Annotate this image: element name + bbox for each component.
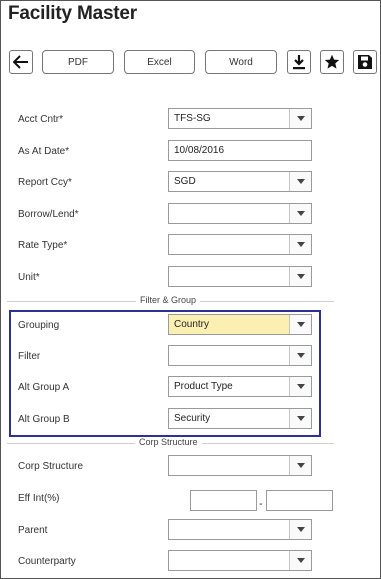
as-at-date-input[interactable]: 10/08/2016: [168, 140, 312, 161]
eff-int-label: Eff Int(%): [18, 493, 60, 504]
pdf-button[interactable]: PDF: [42, 50, 114, 74]
acct-cntr-label: Acct Cntr*: [18, 114, 64, 125]
chevron-down-icon[interactable]: [289, 377, 311, 396]
borrow-lend-select[interactable]: [168, 203, 312, 224]
chevron-down-icon[interactable]: [289, 204, 311, 223]
alt-group-b-label: Alt Group B: [18, 414, 70, 425]
chevron-down-icon[interactable]: [289, 409, 311, 428]
page-title: Facility Master: [8, 3, 137, 24]
chevron-down-icon[interactable]: [289, 315, 311, 334]
filter-select[interactable]: [168, 345, 312, 366]
unit-select[interactable]: [168, 266, 312, 287]
unit-label: Unit*: [18, 272, 40, 283]
floppy-disk-icon: [358, 55, 372, 69]
counterparty-select[interactable]: [168, 550, 312, 571]
report-ccy-label: Report Ccy*: [18, 177, 72, 188]
chevron-down-icon[interactable]: [289, 520, 311, 539]
chevron-down-icon[interactable]: [289, 172, 311, 191]
chevron-down-icon[interactable]: [289, 235, 311, 254]
report-ccy-select[interactable]: SGD: [168, 171, 312, 192]
chevron-down-icon[interactable]: [289, 456, 311, 475]
corp-structure-label: Corp Structure: [18, 461, 84, 472]
corp-structure-select[interactable]: [168, 455, 312, 476]
window-frame: Facility Master PDF Excel Word Acct Cntr…: [0, 0, 381, 579]
range-separator: -: [259, 498, 263, 510]
alt-group-a-select[interactable]: Product Type: [168, 376, 312, 397]
save-button[interactable]: [353, 50, 377, 74]
corp-structure-section-title: Corp Structure: [135, 437, 202, 447]
eff-int-to-input[interactable]: [266, 490, 333, 511]
grouping-select[interactable]: Country: [168, 314, 312, 335]
filter-label: Filter: [18, 351, 41, 362]
alt-group-b-value: Security: [174, 413, 211, 424]
rate-type-select[interactable]: [168, 234, 312, 255]
star-icon: [324, 54, 340, 69]
borrow-lend-label: Borrow/Lend*: [18, 209, 79, 220]
alt-group-a-label: Alt Group A: [18, 382, 70, 393]
favorite-button[interactable]: [320, 50, 344, 74]
chevron-down-icon[interactable]: [289, 109, 311, 128]
grouping-value: Country: [174, 319, 210, 330]
alt-group-b-select[interactable]: Security: [168, 408, 312, 429]
grouping-label: Grouping: [18, 320, 60, 331]
parent-select[interactable]: [168, 519, 312, 540]
arrow-left-icon: [13, 55, 28, 69]
filter-group-section-title: Filter & Group: [136, 295, 201, 305]
acct-cntr-select[interactable]: TFS-SG: [168, 108, 312, 129]
chevron-down-icon[interactable]: [289, 346, 311, 365]
chevron-down-icon[interactable]: [289, 267, 311, 286]
download-button[interactable]: [287, 50, 311, 74]
parent-label: Parent: [18, 525, 48, 536]
counterparty-label: Counterparty: [18, 556, 76, 567]
eff-int-from-input[interactable]: [190, 490, 257, 511]
download-icon: [293, 55, 305, 70]
acct-cntr-value: TFS-SG: [174, 113, 211, 124]
excel-button[interactable]: Excel: [124, 50, 195, 74]
as-at-date-label: As At Date*: [18, 146, 70, 157]
back-button[interactable]: [9, 50, 33, 74]
as-at-date-value: 10/08/2016: [174, 145, 225, 156]
rate-type-label: Rate Type*: [18, 240, 68, 251]
word-button[interactable]: Word: [205, 50, 277, 74]
alt-group-a-value: Product Type: [174, 381, 233, 392]
chevron-down-icon[interactable]: [289, 551, 311, 570]
report-ccy-value: SGD: [174, 176, 196, 187]
